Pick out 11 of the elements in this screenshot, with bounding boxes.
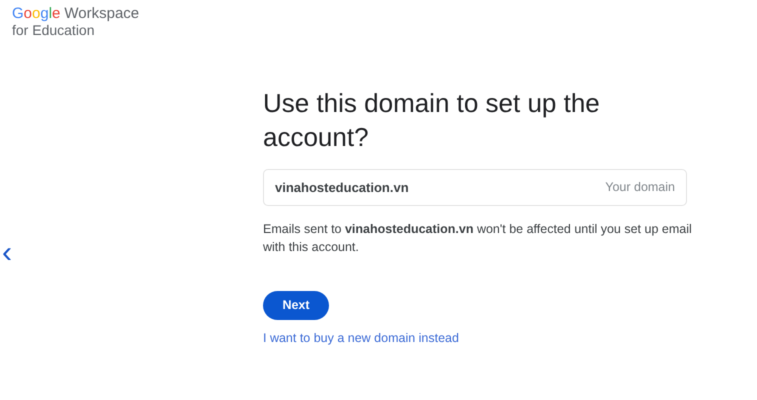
back-button[interactable]: ‹ (0, 238, 14, 268)
product-subtitle: for Education (12, 22, 96, 38)
next-button[interactable]: Next (263, 291, 329, 320)
page-heading: Use this domain to set up the account? (263, 87, 601, 154)
domain-value: vinahosteducation.vn (275, 178, 409, 197)
domain-field[interactable]: vinahosteducation.vn Your domain (263, 169, 687, 206)
product-name: Workspace (64, 6, 140, 22)
domain-label: Your domain (605, 179, 675, 196)
info-text: Emails sent to vinahosteducation.vn won't be affected until you set up email with this account. (263, 221, 693, 256)
buy-domain-link[interactable]: I want to buy a new domain instead (263, 331, 459, 345)
logo-wordmark: Google (12, 6, 60, 22)
